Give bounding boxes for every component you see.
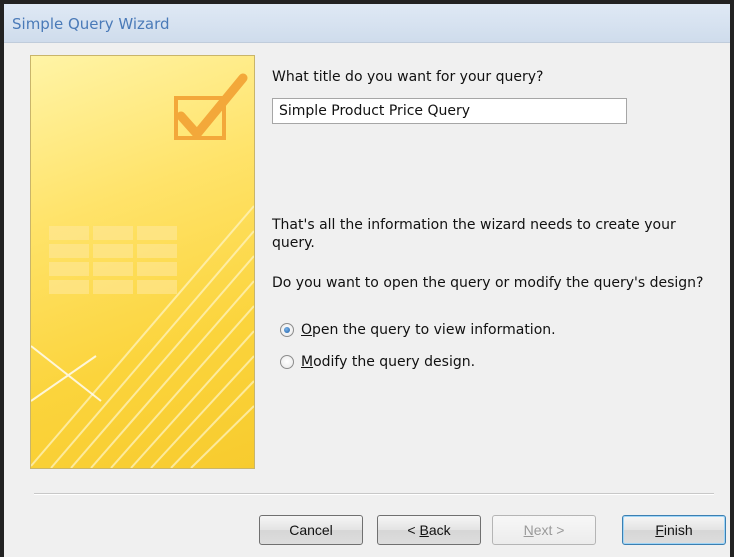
modify-design-option[interactable]: Modify the query design. [280, 354, 475, 370]
finish-label: Finish [655, 522, 693, 538]
back-label: < Back [407, 522, 451, 538]
open-query-option[interactable]: Open the query to view information. [280, 322, 556, 338]
finish-button[interactable]: Finish [622, 515, 726, 545]
open-query-radio[interactable] [280, 323, 294, 337]
next-label: Next > [523, 522, 565, 538]
open-or-modify-question: Do you want to open the query or modify … [272, 275, 704, 291]
title-bar[interactable]: Simple Query Wizard [4, 4, 730, 43]
wizard-banner-checkmark-icon [31, 73, 254, 468]
open-query-label[interactable]: Open the query to view information. [301, 322, 556, 338]
button-separator [34, 493, 714, 495]
query-title-input[interactable] [272, 98, 627, 124]
modify-design-radio[interactable] [280, 355, 294, 369]
cancel-button[interactable]: Cancel [259, 515, 363, 545]
window-title: Simple Query Wizard [12, 15, 170, 33]
next-button[interactable]: Next > [492, 515, 596, 545]
query-title-question: What title do you want for your query? [272, 69, 544, 85]
wizard-dialog: Simple Query Wizard What title do you wa… [0, 0, 734, 557]
wizard-banner-image [30, 55, 255, 469]
wizard-info-text: That's all the information the wizard ne… [272, 217, 676, 251]
modify-design-label[interactable]: Modify the query design. [301, 354, 475, 370]
back-button[interactable]: < Back [377, 515, 481, 545]
cancel-label: Cancel [289, 522, 333, 538]
